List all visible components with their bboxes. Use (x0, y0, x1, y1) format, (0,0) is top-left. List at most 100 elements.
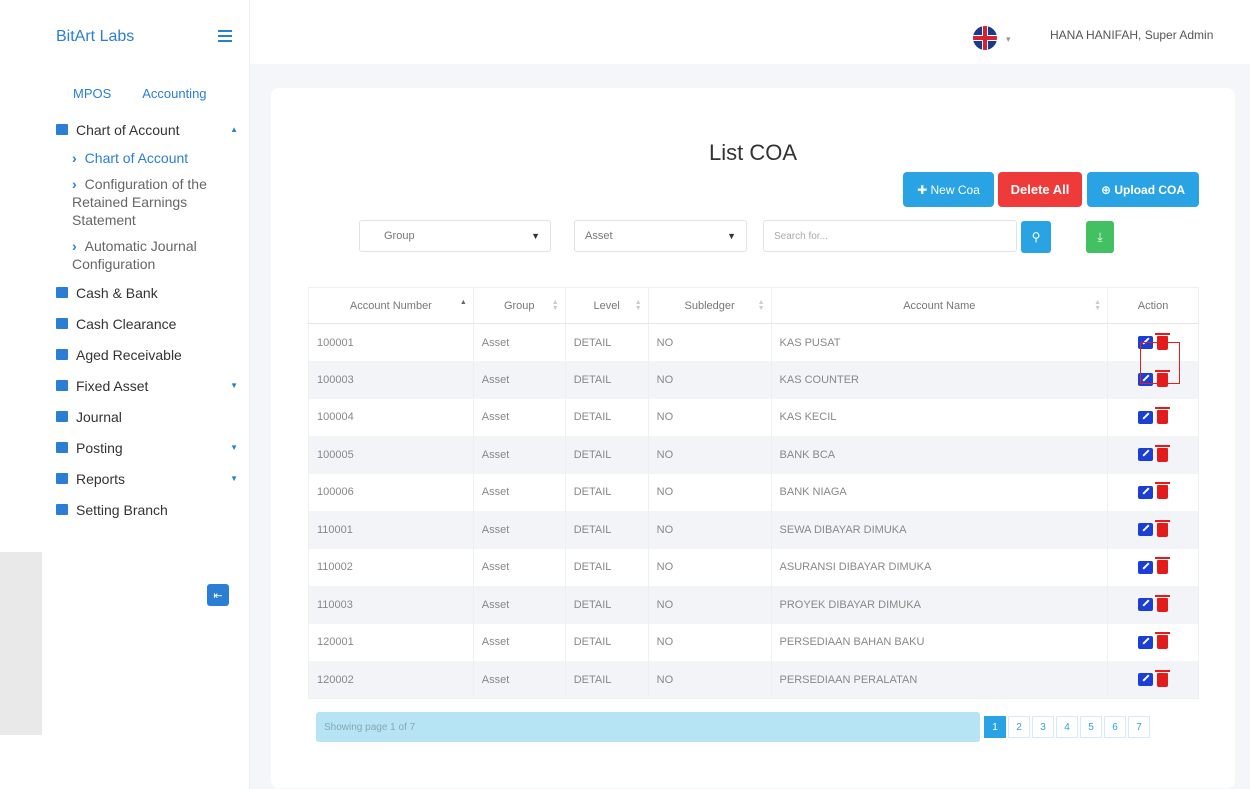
col-group[interactable]: Group ▲ ▼ (473, 287, 566, 324)
row-actions (1107, 473, 1199, 511)
page-title: List COA (708, 140, 798, 165)
row-actions (1107, 323, 1199, 361)
sort-icon: ▲ ▼ (757, 299, 765, 312)
edit-icon[interactable] (1138, 485, 1154, 499)
download-button[interactable]: ⤓ (1086, 221, 1114, 253)
language-flag-icon[interactable] (973, 26, 997, 50)
sidebar-item-journal[interactable]: Journal (56, 401, 246, 432)
collapse-sidebar-button[interactable]: ⇤ (207, 584, 229, 606)
sidebar-item-posting[interactable]: Posting ▼ (56, 432, 246, 463)
table-cell: KAS PUSAT (771, 323, 1109, 361)
row-actions (1107, 586, 1199, 624)
sidebar-subitem-chart-of-account[interactable]: › Chart of Account (56, 145, 246, 171)
table-cell: NO (648, 661, 772, 699)
table-cell: KAS KECIL (771, 398, 1109, 436)
delete-all-button[interactable]: Delete All (998, 172, 1082, 207)
trash-icon[interactable] (1155, 632, 1171, 650)
page-button[interactable]: 3 (1032, 716, 1054, 738)
col-account-name[interactable]: Account Name ▲ ▼ (771, 287, 1109, 324)
table-icon (56, 124, 68, 135)
trash-icon[interactable] (1155, 444, 1171, 462)
table-cell: DETAIL (565, 623, 649, 661)
edit-icon[interactable] (1138, 598, 1154, 612)
table-cell: KAS COUNTER (771, 361, 1109, 399)
table-header-row: Account Number ▲ Group ▲ ▼ Level ▲ ▼ Subledge… (308, 287, 1199, 324)
pagination: 1234567 (984, 712, 1152, 742)
trash-icon[interactable] (1155, 669, 1171, 687)
edit-icon[interactable] (1138, 560, 1154, 574)
trash-icon[interactable] (1155, 557, 1171, 575)
sidebar-item-reports[interactable]: Reports ▼ (56, 463, 246, 494)
table-cell: NO (648, 586, 772, 624)
user-menu[interactable]: HANA HANIFAH, Super Admin (1050, 28, 1213, 42)
edit-icon[interactable] (1138, 523, 1154, 537)
edit-icon[interactable] (1138, 410, 1154, 424)
trash-icon[interactable] (1155, 519, 1171, 537)
edit-icon[interactable] (1138, 448, 1154, 462)
sidebar-item-chart-of-account[interactable]: Chart of Account ▲ (56, 114, 246, 145)
table-cell: NO (648, 548, 772, 586)
edit-icon[interactable] (1138, 635, 1154, 649)
sidebar-subitem-retained-earnings[interactable]: › Configuration of the Retained Earnings … (56, 171, 246, 233)
sidebar-item-aged-receivable[interactable]: Aged Receivable (56, 339, 246, 370)
chevron-down-icon: ▼ (531, 231, 540, 241)
cash-icon (56, 318, 68, 329)
table-cell: NO (648, 436, 772, 474)
col-account-number[interactable]: Account Number ▲ (308, 287, 474, 324)
table-cell: NO (648, 623, 772, 661)
trash-icon[interactable] (1155, 369, 1171, 387)
sidebar-item-setting-branch[interactable]: Setting Branch (56, 494, 246, 525)
page-button[interactable]: 2 (1008, 716, 1030, 738)
tab-accounting[interactable]: Accounting (142, 86, 206, 101)
tab-mpos[interactable]: MPOS (73, 86, 111, 101)
sidebar-item-cash-bank[interactable]: Cash & Bank (56, 277, 246, 308)
edit-icon[interactable] (1138, 336, 1154, 349)
trash-icon[interactable] (1155, 482, 1171, 500)
table-row: 120001 Asset DETAIL NO PERSEDIAAN BAHAN BAKU (308, 623, 1199, 661)
sidebar-item-cash-clearance[interactable]: Cash Clearance (56, 308, 246, 339)
page-button[interactable]: 7 (1128, 716, 1150, 738)
table-cell: Asset (473, 436, 566, 474)
page-button[interactable]: 5 (1080, 716, 1102, 738)
col-level[interactable]: Level ▲ ▼ (565, 287, 649, 324)
table-cell: 100004 (308, 398, 474, 436)
col-action: Action (1107, 287, 1199, 324)
edit-icon[interactable] (1138, 373, 1154, 387)
receivable-icon (56, 349, 68, 360)
chevron-down-icon[interactable]: ▾ (1006, 34, 1011, 45)
brand-logo[interactable]: BitArt Labs (56, 28, 134, 46)
group-select[interactable]: Group ▼ (359, 220, 551, 252)
upload-coa-button[interactable]: ⊕ Upload COA (1087, 172, 1199, 207)
trash-icon[interactable] (1155, 332, 1171, 350)
coa-table: Account Number ▲ Group ▲ ▼ Level ▲ ▼ Subledge… (308, 287, 1199, 699)
sidebar-item-fixed-asset[interactable]: Fixed Asset ▼ (56, 370, 246, 401)
page-button[interactable]: 6 (1104, 716, 1126, 738)
row-actions (1107, 511, 1199, 549)
table-cell: 100005 (308, 436, 474, 474)
asset-select[interactable]: Asset ▼ (574, 220, 747, 252)
search-icon: ⚲ (1031, 230, 1041, 244)
sidebar-subitem-automatic-journal[interactable]: › Automatic Journal Configuration (56, 233, 246, 277)
table-cell: Asset (473, 661, 566, 699)
new-coa-button[interactable]: ✚ New Coa (903, 172, 994, 207)
hamburger-menu-icon[interactable] (218, 30, 232, 42)
table-body: 100001 Asset DETAIL NO KAS PUSAT 100003 Asset D… (308, 323, 1199, 699)
pagination-info: Showing page 1 of 7 (316, 712, 980, 742)
table-cell: DETAIL (565, 323, 649, 361)
edit-icon[interactable] (1138, 673, 1154, 686)
search-input[interactable]: Search for... (763, 220, 1017, 252)
page-button[interactable]: 4 (1056, 716, 1078, 738)
table-row: 100005 Asset DETAIL NO BANK BCA (308, 436, 1199, 474)
page-button[interactable]: 1 (984, 716, 1006, 738)
col-subledger[interactable]: Subledger ▲ ▼ (648, 287, 772, 324)
trash-icon[interactable] (1155, 594, 1171, 612)
table-row: 120002 Asset DETAIL NO PERSEDIAAN PERALATAN (308, 661, 1199, 699)
row-actions (1107, 548, 1199, 586)
coa-card: List COA ✚ New Coa Delete All ⊕ Upload C… (271, 88, 1235, 788)
sort-icon: ▲ ▼ (1094, 299, 1102, 312)
caret-down-icon: ▼ (230, 474, 238, 483)
gear-icon (56, 504, 68, 515)
search-button[interactable]: ⚲ (1021, 221, 1051, 253)
trash-icon[interactable] (1155, 407, 1171, 425)
row-actions (1107, 623, 1199, 661)
